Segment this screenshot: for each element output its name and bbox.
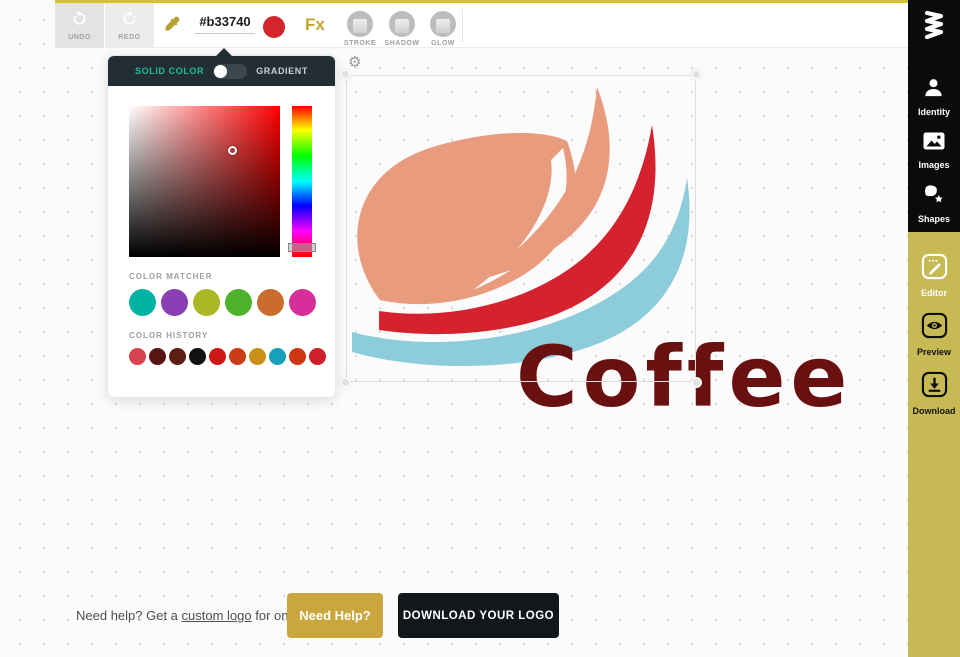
color-cursor[interactable] xyxy=(228,146,237,155)
current-color-swatch[interactable] xyxy=(263,16,285,38)
sidebar-item-editor[interactable]: Editor xyxy=(921,253,948,298)
hue-slider-handle[interactable] xyxy=(288,243,316,252)
custom-logo-link[interactable]: custom logo xyxy=(182,608,252,623)
editor-icon xyxy=(921,253,948,285)
color-swatch[interactable] xyxy=(189,348,206,365)
preview-eye-icon xyxy=(921,312,948,344)
undo-button[interactable]: UNDO xyxy=(55,3,104,48)
color-swatch[interactable] xyxy=(169,348,186,365)
popover-arrow xyxy=(216,48,232,56)
shadow-effect-button[interactable]: SHADOW xyxy=(382,11,422,47)
color-swatch[interactable] xyxy=(129,289,156,316)
sidebar-item-identity[interactable]: Identity xyxy=(918,76,950,117)
help-text-prefix: Need help? Get a xyxy=(76,608,182,623)
app-logo-icon[interactable] xyxy=(922,8,946,47)
color-swatch[interactable] xyxy=(225,289,252,316)
saturation-brightness-picker[interactable] xyxy=(129,106,280,257)
sidebar-item-shapes[interactable]: Shapes xyxy=(918,183,950,224)
shapes-icon xyxy=(922,183,946,211)
resize-handle-top-right[interactable] xyxy=(691,69,702,80)
undo-icon xyxy=(71,10,88,32)
color-matcher-label: COLOR MATCHER xyxy=(129,272,213,281)
resize-handle-bottom-left[interactable] xyxy=(340,377,351,388)
redo-icon xyxy=(121,10,138,32)
color-matcher-swatches xyxy=(129,289,335,316)
redo-button[interactable]: REDO xyxy=(105,3,154,48)
color-mode-header: SOLID COLOR GRADIENT xyxy=(108,56,335,86)
glow-effect-button[interactable]: GLOW xyxy=(423,11,463,47)
color-swatch[interactable] xyxy=(289,348,306,365)
color-swatch[interactable] xyxy=(161,289,188,316)
fx-effects-label: Fx xyxy=(305,15,325,34)
resize-handle-top-left[interactable] xyxy=(340,69,351,80)
color-history-label: COLOR HISTORY xyxy=(129,331,209,340)
images-icon xyxy=(922,130,946,157)
undo-label: UNDO xyxy=(68,34,91,41)
resize-handle-bottom-right[interactable] xyxy=(691,377,702,388)
redo-label: REDO xyxy=(118,34,141,41)
eyedropper-icon[interactable] xyxy=(163,15,181,33)
color-swatch[interactable] xyxy=(193,289,220,316)
need-help-button[interactable]: Need Help? xyxy=(287,593,383,638)
color-swatch[interactable] xyxy=(249,348,266,365)
tab-gradient[interactable]: GRADIENT xyxy=(256,66,308,76)
sidebar-bottom-section: Editor Preview Download xyxy=(908,232,960,657)
selection-box[interactable] xyxy=(340,69,702,388)
color-swatch[interactable] xyxy=(269,348,286,365)
toolbar-divider xyxy=(462,9,463,43)
color-picker-panel: SOLID COLOR GRADIENT COLOR MATCHER COLOR… xyxy=(107,48,336,398)
glow-effect-icon xyxy=(430,11,456,37)
sidebar-item-images[interactable]: Images xyxy=(918,130,950,170)
toolbar: UNDO REDO #b33740 Fx STROKE SHADOW GLOW xyxy=(55,3,908,48)
tab-solid-color[interactable]: SOLID COLOR xyxy=(135,66,204,76)
color-swatch[interactable] xyxy=(149,348,166,365)
color-history-swatches xyxy=(129,348,335,365)
download-your-logo-button[interactable]: DOWNLOAD YOUR LOGO xyxy=(398,593,559,638)
shadow-effect-icon xyxy=(389,11,415,37)
color-swatch[interactable] xyxy=(309,348,326,365)
stroke-effect-icon xyxy=(347,11,373,37)
solid-gradient-toggle[interactable] xyxy=(213,63,248,79)
color-swatch[interactable] xyxy=(229,348,246,365)
right-sidebar: Identity Images Shapes Editor Preview Do… xyxy=(908,0,960,657)
identity-icon xyxy=(922,76,945,104)
color-swatch[interactable] xyxy=(257,289,284,316)
color-swatch[interactable] xyxy=(209,348,226,365)
hue-slider[interactable] xyxy=(288,106,316,257)
hex-color-input[interactable]: #b33740 xyxy=(195,14,255,34)
download-arrow-icon xyxy=(921,371,948,403)
sidebar-top-section: Identity Images Shapes xyxy=(908,0,960,232)
color-swatch[interactable] xyxy=(289,289,316,316)
color-swatch[interactable] xyxy=(129,348,146,365)
stroke-effect-button[interactable]: STROKE xyxy=(340,11,380,47)
toggle-knob xyxy=(214,64,228,78)
sidebar-item-preview[interactable]: Preview xyxy=(917,312,951,357)
sidebar-item-download[interactable]: Download xyxy=(913,371,956,416)
